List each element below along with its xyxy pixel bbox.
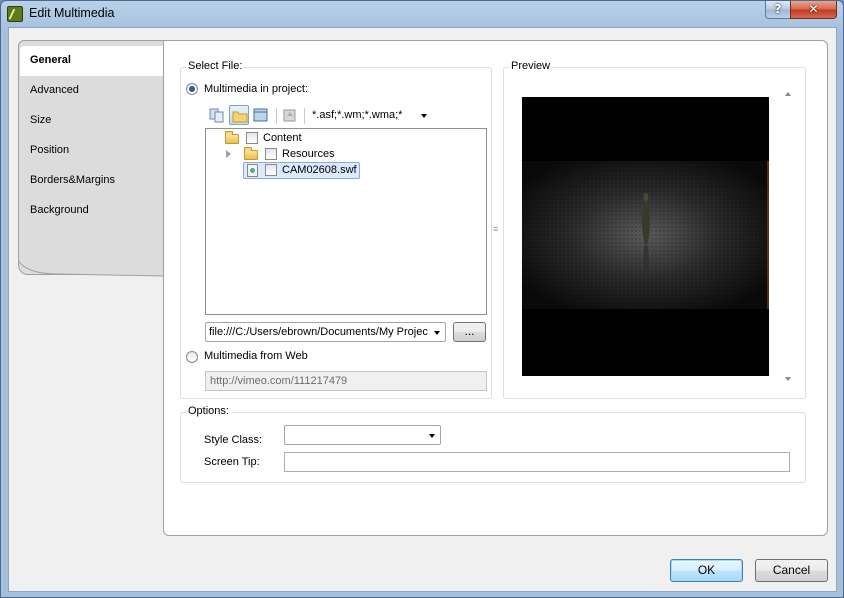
options-group — [180, 412, 806, 483]
style-class-select[interactable] — [284, 425, 441, 445]
screen-tip-label: Screen Tip: — [204, 456, 260, 468]
edit-multimedia-window: Edit Multimedia ? ✕ General Advanced Siz… — [0, 0, 844, 598]
folder-view-icon[interactable] — [229, 105, 249, 125]
tab-background[interactable]: Background — [20, 196, 163, 226]
style-class-chevron-down-icon[interactable] — [429, 434, 435, 438]
web-url-field: http://vimeo.com/111217479 — [205, 371, 487, 391]
close-button[interactable]: ✕ — [790, 1, 837, 19]
multimedia-from-web-radio[interactable] — [186, 351, 198, 363]
filter-chevron-down-icon[interactable] — [421, 114, 427, 118]
multimedia-in-project-label: Multimedia in project: — [204, 83, 308, 95]
folder-icon — [244, 147, 258, 160]
app-edit-icon — [7, 6, 23, 22]
preview-video — [522, 97, 769, 376]
folder-icon — [225, 131, 239, 144]
file-tree[interactable]: Content Resources CAM02608.swf — [205, 128, 487, 315]
tree-item-cam02608[interactable]: CAM02608.swf — [282, 164, 357, 176]
file-path-value: file:///C:/Users/ebrown/Documents/My Pro… — [209, 326, 428, 338]
tab-size[interactable]: Size — [20, 106, 163, 136]
file-path-combo[interactable]: file:///C:/Users/ebrown/Documents/My Pro… — [205, 322, 446, 342]
import-icon[interactable] — [280, 105, 300, 125]
title-bar: Edit Multimedia ? ✕ — [1, 1, 843, 27]
options-legend: Options: — [186, 405, 231, 417]
video-frame — [522, 97, 769, 376]
web-url-placeholder: http://vimeo.com/111217479 — [210, 375, 348, 387]
list-view-icon[interactable] — [251, 105, 271, 125]
style-class-label: Style Class: — [204, 434, 263, 446]
screen-tip-field[interactable] — [284, 452, 790, 472]
tree-item-content[interactable]: Content — [263, 132, 302, 144]
toolbar-separator — [276, 108, 277, 124]
select-file-legend: Select File: — [186, 60, 245, 72]
cancel-button[interactable]: Cancel — [755, 559, 828, 582]
swf-checkbox[interactable] — [265, 164, 277, 176]
browse-button[interactable]: ... — [453, 322, 486, 342]
toolbar-separator — [304, 108, 305, 124]
tab-general[interactable]: General — [20, 46, 166, 76]
preview-scrollbar[interactable] — [781, 87, 795, 385]
expand-arrow-icon[interactable] — [226, 150, 231, 158]
tab-advanced[interactable]: Advanced — [20, 76, 163, 106]
swf-file-icon — [247, 164, 258, 177]
preview-legend: Preview — [509, 60, 553, 72]
multimedia-in-project-radio[interactable] — [186, 83, 198, 95]
file-filter-dropdown[interactable]: *.asf;*.wm;*.wma;* — [312, 109, 402, 121]
tab-list: General Advanced Size Position Borders&M… — [18, 40, 166, 275]
general-panel: Select File: Multimedia in project: *.as… — [163, 40, 828, 536]
tab-position[interactable]: Position — [20, 136, 163, 166]
copy-files-icon[interactable] — [207, 105, 227, 125]
path-chevron-down-icon[interactable] — [434, 331, 440, 335]
dialog-client: General Advanced Size Position Borders&M… — [8, 27, 837, 592]
tab-borders-margins[interactable]: Borders&Margins — [20, 166, 163, 196]
content-checkbox[interactable] — [246, 132, 258, 144]
tree-item-resources[interactable]: Resources — [282, 148, 335, 160]
scroll-down-icon[interactable] — [785, 377, 791, 381]
splitter-grip-icon[interactable]: ≡ — [493, 224, 498, 234]
multimedia-from-web-label: Multimedia from Web — [204, 350, 308, 362]
ok-button[interactable]: OK — [670, 559, 743, 582]
window-title: Edit Multimedia — [29, 6, 115, 20]
tab-rail-curve — [18, 260, 164, 277]
resources-checkbox[interactable] — [265, 148, 277, 160]
help-button[interactable]: ? — [765, 1, 791, 19]
scroll-up-icon[interactable] — [785, 92, 791, 96]
